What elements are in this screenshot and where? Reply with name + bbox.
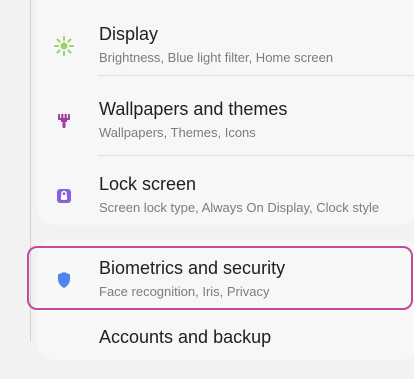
setting-title: Biometrics and security [99, 258, 286, 278]
shield-icon [54, 270, 74, 290]
paintbrush-icon [54, 111, 74, 131]
setting-subtitle: Wallpapers, Themes, Icons [99, 125, 256, 140]
lock-icon [54, 186, 74, 206]
setting-wallpapers-and-themes[interactable]: Wallpapers and themes Wallpapers, Themes… [36, 91, 414, 151]
divider [98, 155, 414, 156]
setting-accounts-and-backup[interactable]: Accounts and backup [36, 319, 414, 379]
setting-title: Wallpapers and themes [99, 99, 288, 119]
setting-display[interactable]: Display Brightness, Blue light filter, H… [36, 16, 414, 76]
sun-icon [54, 36, 74, 56]
setting-subtitle: Brightness, Blue light filter, Home scre… [99, 50, 334, 65]
setting-title: Lock screen [99, 174, 197, 194]
setting-subtitle: Screen lock type, Always On Display, Clo… [99, 200, 380, 215]
setting-title: Accounts and backup [99, 327, 272, 347]
setting-subtitle: Face recognition, Iris, Privacy [99, 284, 270, 299]
setting-biometrics-and-security[interactable]: Biometrics and security Face recognition… [36, 250, 414, 310]
setting-lock-screen[interactable]: Lock screen Screen lock type, Always On … [36, 166, 414, 226]
setting-title: Display [99, 24, 159, 44]
